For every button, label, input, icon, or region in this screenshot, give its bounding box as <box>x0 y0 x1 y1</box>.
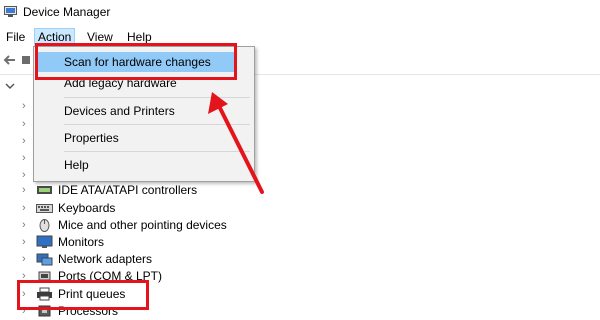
toolbar-item-icon[interactable] <box>22 55 30 65</box>
menu-file[interactable]: File <box>3 29 28 45</box>
tree-item-keyboards[interactable]: › Keyboards <box>0 200 300 217</box>
back-arrow-icon[interactable] <box>2 53 16 67</box>
device-manager-icon <box>4 6 17 17</box>
chevron-right-icon[interactable]: › <box>22 100 26 112</box>
tree-item-label: Keyboards <box>58 201 116 215</box>
tree-item-mice[interactable]: › Mice and other pointing devices <box>0 217 300 234</box>
network-adapter-icon <box>36 253 53 266</box>
keyboard-icon <box>36 204 53 213</box>
chevron-right-icon[interactable]: › <box>22 253 32 265</box>
tree-item-label: Mice and other pointing devices <box>58 218 227 232</box>
chevron-right-icon[interactable]: › <box>22 219 32 231</box>
tree-item-label: Network adapters <box>58 252 153 266</box>
chevron-right-icon[interactable]: › <box>22 118 26 130</box>
menu-item-devices-printers[interactable]: Devices and Printers <box>64 101 175 121</box>
menu-item-help[interactable]: Help <box>64 155 89 175</box>
annotation-box-scan <box>35 43 237 80</box>
window-title: Device Manager <box>23 5 111 19</box>
chevron-right-icon[interactable]: › <box>22 202 32 214</box>
chevron-right-icon[interactable]: › <box>22 184 32 196</box>
tree-item-network[interactable]: › Network adapters <box>0 251 300 268</box>
tree-item-label: IDE ATA/ATAPI controllers <box>58 183 198 197</box>
menu-item-properties[interactable]: Properties <box>64 128 119 148</box>
tree-item-label: Monitors <box>58 235 105 249</box>
annotation-arrow-icon <box>208 92 264 194</box>
chevron-right-icon[interactable]: › <box>22 169 26 181</box>
chevron-right-icon[interactable]: › <box>22 152 26 164</box>
tree-item-monitors[interactable]: › Monitors <box>0 234 300 251</box>
title-bar: Device Manager <box>0 0 600 24</box>
monitor-icon <box>36 235 53 248</box>
ide-controller-icon <box>37 186 52 194</box>
chevron-down-icon <box>5 83 15 89</box>
root-expander[interactable] <box>4 80 16 92</box>
chevron-right-icon[interactable]: › <box>22 135 26 147</box>
mouse-icon <box>39 219 50 232</box>
chevron-right-icon[interactable]: › <box>22 236 32 248</box>
annotation-box-print-queues <box>17 280 149 310</box>
